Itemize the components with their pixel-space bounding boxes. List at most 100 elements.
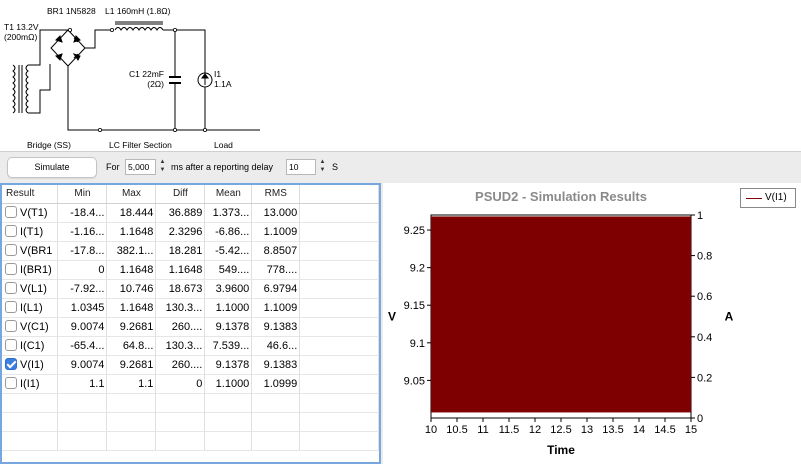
chevron-down-icon[interactable]: ▼	[318, 166, 327, 174]
plot-checkbox[interactable]	[5, 320, 17, 332]
empty-cell	[204, 431, 253, 451]
table-row[interactable]: V(I1) 9.0074 9.2681 260.... 9.1378 9.1383	[2, 355, 379, 375]
min-cell: 1.1	[57, 374, 108, 394]
min-cell: 9.0074	[57, 355, 108, 375]
plot-checkbox[interactable]	[5, 244, 17, 256]
empty-cell	[251, 412, 301, 432]
result-name: I(BR1)	[20, 264, 52, 276]
result-name: I(I1)	[20, 378, 40, 390]
empty-cell	[57, 393, 108, 413]
empty-cell	[299, 241, 379, 261]
empty-cell	[251, 393, 301, 413]
rms-cell: 46.6...	[251, 336, 301, 356]
mean-cell: 3.9600	[204, 279, 253, 299]
duration-stepper[interactable]: ▲ ▼	[158, 158, 167, 176]
table-row[interactable]: V(T1) -18.4... 18.444 36.889 1.373... 13.000	[2, 203, 379, 223]
rms-cell: 1.0999	[251, 374, 301, 394]
rms-cell: 778....	[251, 260, 301, 280]
max-cell: 64.8...	[106, 336, 157, 356]
delay-unit-label: S	[332, 162, 339, 172]
diff-cell: 0	[155, 374, 206, 394]
result-name: I(T1)	[20, 226, 44, 238]
chevron-up-icon[interactable]: ▲	[318, 158, 327, 166]
delay-input[interactable]: 10	[286, 159, 316, 175]
results-table: Result Min Max Diff Mean RMS V(T1) -18.4.…	[2, 185, 379, 451]
table-row[interactable]: I(BR1) 0 1.1648 1.1648 549.... 778....	[2, 260, 379, 280]
plot-checkbox[interactable]	[5, 206, 17, 218]
column-header-rms[interactable]: RMS	[251, 185, 301, 204]
plot-checkbox[interactable]	[5, 301, 17, 313]
results-table-body: V(T1) -18.4... 18.444 36.889 1.373... 13.000 I…	[2, 203, 379, 451]
table-row[interactable]: V(C1) 9.0074 9.2681 260.... 9.1378 9.1383	[2, 317, 379, 337]
empty-cell	[155, 412, 206, 432]
empty-cell	[299, 412, 379, 432]
x-tick-label: 14.5	[654, 424, 675, 436]
column-header-max[interactable]: Max	[106, 185, 157, 204]
y-left-tick-label: 9.2	[410, 263, 425, 275]
plot-checkbox[interactable]	[5, 282, 17, 294]
x-axis-label: Time	[547, 443, 575, 457]
x-tick-label: 14	[633, 424, 645, 436]
schematic-drawing	[12, 21, 260, 132]
plot-checkbox[interactable]	[5, 263, 17, 275]
plot-checkbox[interactable]	[5, 339, 17, 351]
plot-checkbox[interactable]	[5, 225, 17, 237]
diff-cell: 36.889	[155, 203, 206, 223]
empty-cell	[251, 431, 301, 451]
table-row[interactable]: I(C1) -65.4... 64.8... 130.3... 7.539... 46.6…	[2, 336, 379, 356]
plot-checkbox[interactable]	[5, 377, 17, 389]
chevron-down-icon[interactable]: ▼	[158, 166, 167, 174]
table-row[interactable]: I(I1) 1.1 1.1 0 1.1000 1.0999	[2, 374, 379, 394]
y-right-tick-label: 0.4	[697, 332, 712, 344]
result-name: V(BR1	[20, 245, 53, 257]
empty-cell	[299, 260, 379, 280]
column-header-min[interactable]: Min	[57, 185, 108, 204]
diff-cell: 18.673	[155, 279, 206, 299]
duration-input[interactable]: 5,000	[125, 159, 156, 175]
empty-cell	[299, 355, 379, 375]
column-header-diff[interactable]: Diff	[155, 185, 206, 204]
table-row[interactable]: I(L1) 1.0345 1.1648 130.3... 1.1000 1.1009	[2, 298, 379, 318]
y-right-tick-label: 1	[697, 210, 703, 222]
mean-cell: 549....	[204, 260, 253, 280]
table-row[interactable]: V(BR1 -17.8... 382.1... 18.281 -5.42... 8.850…	[2, 241, 379, 261]
result-cell: I(L1)	[2, 298, 59, 318]
empty-cell	[106, 393, 157, 413]
result-name: V(L1)	[20, 283, 47, 295]
min-cell: -1.16...	[57, 222, 108, 242]
empty-cell	[57, 412, 108, 432]
min-cell: -7.92...	[57, 279, 108, 299]
for-label: For	[106, 162, 120, 172]
diff-cell: 2.3296	[155, 222, 206, 242]
diff-cell: 260....	[155, 355, 206, 375]
empty-cell	[299, 203, 379, 223]
delay-stepper[interactable]: ▲ ▼	[318, 158, 327, 176]
y-right-tick-label: 0	[697, 413, 703, 425]
chevron-up-icon[interactable]: ▲	[158, 158, 167, 166]
inductor-label: L1 160mH (1.8Ω)	[105, 6, 171, 16]
plot-checkbox[interactable]	[5, 358, 17, 370]
result-name: V(C1)	[20, 321, 49, 333]
mean-cell: 7.539...	[204, 336, 253, 356]
empty-cell	[299, 222, 379, 242]
diff-cell: 1.1648	[155, 260, 206, 280]
diff-cell: 260....	[155, 317, 206, 337]
simulate-button[interactable]: Simulate	[7, 157, 97, 178]
empty-cell	[2, 393, 59, 413]
table-row[interactable]: V(L1) -7.92... 10.746 18.673 3.9600 6.9794	[2, 279, 379, 299]
column-header-mean[interactable]: Mean	[204, 185, 253, 204]
mean-cell: 9.1378	[204, 355, 253, 375]
result-cell: V(C1)	[2, 317, 59, 337]
x-tick-label: 10.5	[446, 424, 467, 436]
capacitor-label: C1 22mF (2Ω)	[129, 69, 164, 89]
min-cell: -17.8...	[57, 241, 108, 261]
table-row[interactable]: I(T1) -1.16... 1.1648 2.3296 -6.86... 1.1009	[2, 222, 379, 242]
empty-cell	[57, 431, 108, 451]
rms-cell: 9.1383	[251, 317, 301, 337]
load-source-label: I1 1.1A	[214, 69, 232, 89]
max-cell: 1.1648	[106, 260, 157, 280]
column-header-result[interactable]: Result	[2, 185, 59, 204]
x-tick-label: 15	[685, 424, 697, 436]
min-cell: 0	[57, 260, 108, 280]
table-header-row: Result Min Max Diff Mean RMS	[2, 185, 379, 204]
